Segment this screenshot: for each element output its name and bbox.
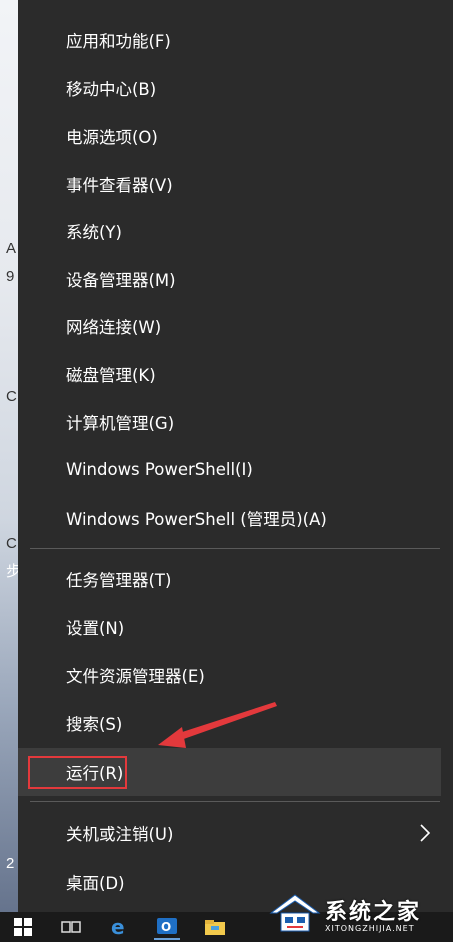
menu-item-label: 事件查看器(V) <box>66 176 173 195</box>
menu-item-label: 磁盘管理(K) <box>66 366 156 385</box>
task-view-icon[interactable] <box>58 915 84 939</box>
menu-item-search[interactable]: 搜索(S) <box>18 701 441 745</box>
desktop-background: A 9 C C 步 2 <box>0 0 18 942</box>
menu-item-file-explorer[interactable]: 文件资源管理器(E) <box>18 653 441 697</box>
menu-item-label: 桌面(D) <box>66 874 125 893</box>
menu-item-label: 关机或注销(U) <box>66 825 174 844</box>
menu-item-power-options[interactable]: 电源选项(O) <box>18 114 441 158</box>
menu-item-label: 电源选项(O) <box>66 128 158 147</box>
watermark-title: 系统之家 <box>325 899 422 925</box>
edge-icon[interactable]: e <box>106 915 132 939</box>
menu-item-network-connections[interactable]: 网络连接(W) <box>18 304 441 348</box>
menu-item-event-viewer[interactable]: 事件查看器(V) <box>18 162 441 206</box>
menu-item-label: 设备管理器(M) <box>66 271 176 290</box>
menu-item-label: Windows PowerShell (管理员)(A) <box>66 510 327 529</box>
menu-item-label: 移动中心(B) <box>66 80 157 99</box>
menu-item-label: 系统(Y) <box>66 223 122 242</box>
house-logo-icon <box>269 894 321 932</box>
menu-item-device-manager[interactable]: 设备管理器(M) <box>18 257 441 301</box>
desktop-text-fragment: 9 <box>6 268 15 285</box>
outlook-icon[interactable]: O <box>154 914 180 940</box>
menu-separator <box>30 548 440 549</box>
menu-item-label: Windows PowerShell(I) <box>66 459 253 479</box>
desktop-text-fragment: A <box>6 240 17 257</box>
menu-item-apps-features[interactable]: 应用和功能(F) <box>18 18 441 62</box>
menu-item-label: 计算机管理(G) <box>66 414 175 433</box>
watermark-site: XITONGZHIJIA.NET <box>325 923 415 933</box>
menu-item-task-manager[interactable]: 任务管理器(T) <box>18 557 441 601</box>
menu-item-label: 文件资源管理器(E) <box>66 667 205 686</box>
menu-item-powershell[interactable]: Windows PowerShell(I) <box>18 447 441 491</box>
menu-item-label: 网络连接(W) <box>66 318 162 337</box>
menu-item-label: 搜索(S) <box>66 715 123 734</box>
menu-separator <box>30 801 440 802</box>
menu-item-mobility-center[interactable]: 移动中心(B) <box>18 66 441 110</box>
menu-item-powershell-admin[interactable]: Windows PowerShell (管理员)(A) <box>18 496 441 540</box>
windows-start-icon[interactable] <box>10 915 36 939</box>
svg-text:e: e <box>111 916 125 938</box>
desktop-text-fragment: 2 <box>6 855 15 872</box>
annotation-highlight-box <box>28 756 127 789</box>
desktop-text-fragment: 步 <box>6 563 18 580</box>
file-explorer-icon[interactable] <box>202 915 228 939</box>
menu-item-shutdown-signout[interactable]: 关机或注销(U) <box>18 811 441 855</box>
menu-item-system[interactable]: 系统(Y) <box>18 209 441 253</box>
menu-item-disk-management[interactable]: 磁盘管理(K) <box>18 352 441 396</box>
menu-item-label: 任务管理器(T) <box>66 571 172 590</box>
watermark-logo: 系统之家 XITONGZHIJIA.NET <box>267 886 447 940</box>
menu-item-label: 设置(N) <box>66 619 125 638</box>
menu-item-computer-management[interactable]: 计算机管理(G) <box>18 400 441 444</box>
svg-text:O: O <box>161 920 171 934</box>
menu-item-settings[interactable]: 设置(N) <box>18 605 441 649</box>
desktop-text-fragment: C <box>6 388 17 405</box>
chevron-right-icon <box>420 824 431 842</box>
desktop-text-fragment: C <box>6 535 17 552</box>
menu-item-label: 应用和功能(F) <box>66 32 171 51</box>
